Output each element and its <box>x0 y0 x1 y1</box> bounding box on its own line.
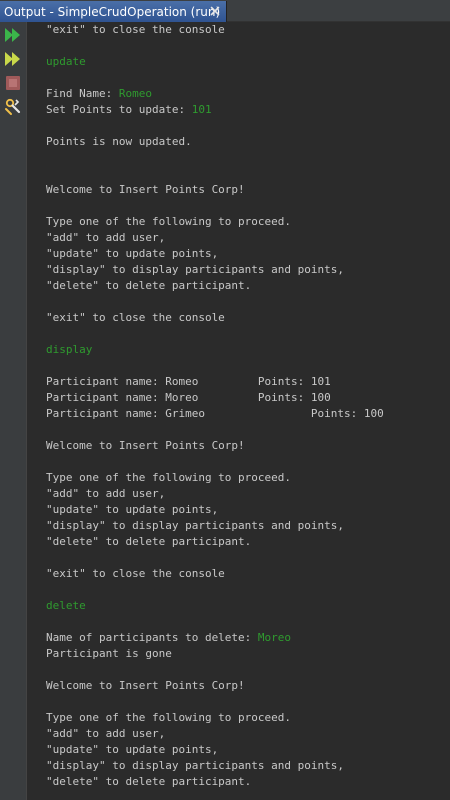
console-user-input: display <box>46 343 93 356</box>
console-line: "update" to update points, <box>46 502 384 518</box>
console-user-input: 101 <box>191 103 212 116</box>
tab-strip: Output - SimpleCrudOperation (run) <box>0 0 450 22</box>
console-text: "delete" to delete participant. <box>46 279 252 292</box>
console-text: Type one of the following to proceed. <box>46 215 292 228</box>
console-user-input: Moreo <box>257 631 292 644</box>
console-line: "update" to update points, <box>46 742 384 758</box>
console-line: "delete" to delete participant. <box>46 774 384 790</box>
console-user-input: Romeo <box>118 87 152 100</box>
console-line: Set Points to update: 101 <box>46 102 384 118</box>
console-text: Participant name: Moreo Points: 100 <box>46 391 331 404</box>
console-line: "delete" to delete participant. <box>46 534 384 550</box>
console-line: "exit" to close the console <box>46 22 384 38</box>
rerun-icon[interactable] <box>3 25 23 45</box>
console-line: "display" to display participants and po… <box>46 758 384 774</box>
console-line: Points is now updated. <box>46 134 384 150</box>
console-line: "display" to display participants and po… <box>46 262 384 278</box>
console-prompt: Set Points to update: <box>46 103 192 116</box>
console-toolbar <box>0 22 27 800</box>
console-line: "update" to update points, <box>46 246 384 262</box>
stop-icon[interactable] <box>3 73 23 93</box>
console-text: "add" to add user, <box>46 727 166 740</box>
console-text: "delete" to delete participant. <box>46 535 252 548</box>
close-icon[interactable] <box>208 4 222 18</box>
tab-output[interactable]: Output - SimpleCrudOperation (run) <box>0 1 227 22</box>
console-line: update <box>46 54 384 70</box>
console-line: "delete" to delete participant. <box>46 278 384 294</box>
console-text: Welcome to Insert Points Corp! <box>46 679 245 692</box>
settings-icon[interactable] <box>3 97 23 117</box>
console-prompt: Name of participants to delete: <box>46 631 258 644</box>
console-text: "display" to display participants and po… <box>46 759 345 772</box>
console-text: "update" to update points, <box>46 503 219 516</box>
console-text: "exit" to close the console <box>46 567 225 580</box>
console-line: Participant name: Romeo Points: 101 <box>46 374 384 390</box>
console-line: "add" to add user, <box>46 486 384 502</box>
console-line: Name of participants to delete: Moreo <box>46 630 384 646</box>
console-line: Type one of the following to proceed. <box>46 710 384 726</box>
console-text: "update" to update points, <box>46 247 219 260</box>
console-text: Points is now updated. <box>46 135 192 148</box>
console-text: "add" to add user, <box>46 231 166 244</box>
console-line: delete <box>46 598 384 614</box>
console-text: "exit" to close the console <box>46 23 225 36</box>
console-line: Participant is gone <box>46 646 384 662</box>
console-line: display <box>46 342 384 358</box>
console-text: "exit" to close the console <box>46 311 225 324</box>
console-text: Participant name: Grimeo Points: 100 <box>46 407 384 420</box>
console-line: Find Name: Romeo <box>46 86 384 102</box>
console-line: "add" to add user, <box>46 230 384 246</box>
console-line: "display" to display participants and po… <box>46 518 384 534</box>
rerun-with-options-icon[interactable] <box>3 49 23 69</box>
console-line: "add" to add user, <box>46 726 384 742</box>
console-lines: "exit" to close the console update Find Na… <box>46 22 384 790</box>
console-line: "exit" to close the console <box>46 566 384 582</box>
console-line: "exit" to close the console <box>46 310 384 326</box>
console-text: "add" to add user, <box>46 487 166 500</box>
tab-title: Output - SimpleCrudOperation (run) <box>4 4 221 19</box>
console-line: Welcome to Insert Points Corp! <box>46 678 384 694</box>
console-line: Welcome to Insert Points Corp! <box>46 438 384 454</box>
console-user-input: update <box>46 55 86 68</box>
console-text: "delete" to delete participant. <box>46 775 252 788</box>
console-text: Type one of the following to proceed. <box>46 471 292 484</box>
console-text: Welcome to Insert Points Corp! <box>46 439 245 452</box>
console-user-input: delete <box>46 599 86 612</box>
console-output[interactable]: "exit" to close the console update Find Na… <box>27 22 450 800</box>
console-text: Type one of the following to proceed. <box>46 711 292 724</box>
console-text: "display" to display participants and po… <box>46 519 345 532</box>
output-window: Output - SimpleCrudOperation (run) "exit… <box>0 0 450 800</box>
console-line: Type one of the following to proceed. <box>46 214 384 230</box>
console-line: Participant name: Grimeo Points: 100 <box>46 406 384 422</box>
console-text: Participant is gone <box>46 647 172 660</box>
console-line: Type one of the following to proceed. <box>46 470 384 486</box>
console-text: "display" to display participants and po… <box>46 263 345 276</box>
console-text: Welcome to Insert Points Corp! <box>46 183 245 196</box>
console-text: Participant name: Romeo Points: 101 <box>46 375 331 388</box>
console-line: Welcome to Insert Points Corp! <box>46 182 384 198</box>
console-prompt: Find Name: <box>46 87 119 100</box>
console-line: Participant name: Moreo Points: 100 <box>46 390 384 406</box>
console-text: "update" to update points, <box>46 743 219 756</box>
